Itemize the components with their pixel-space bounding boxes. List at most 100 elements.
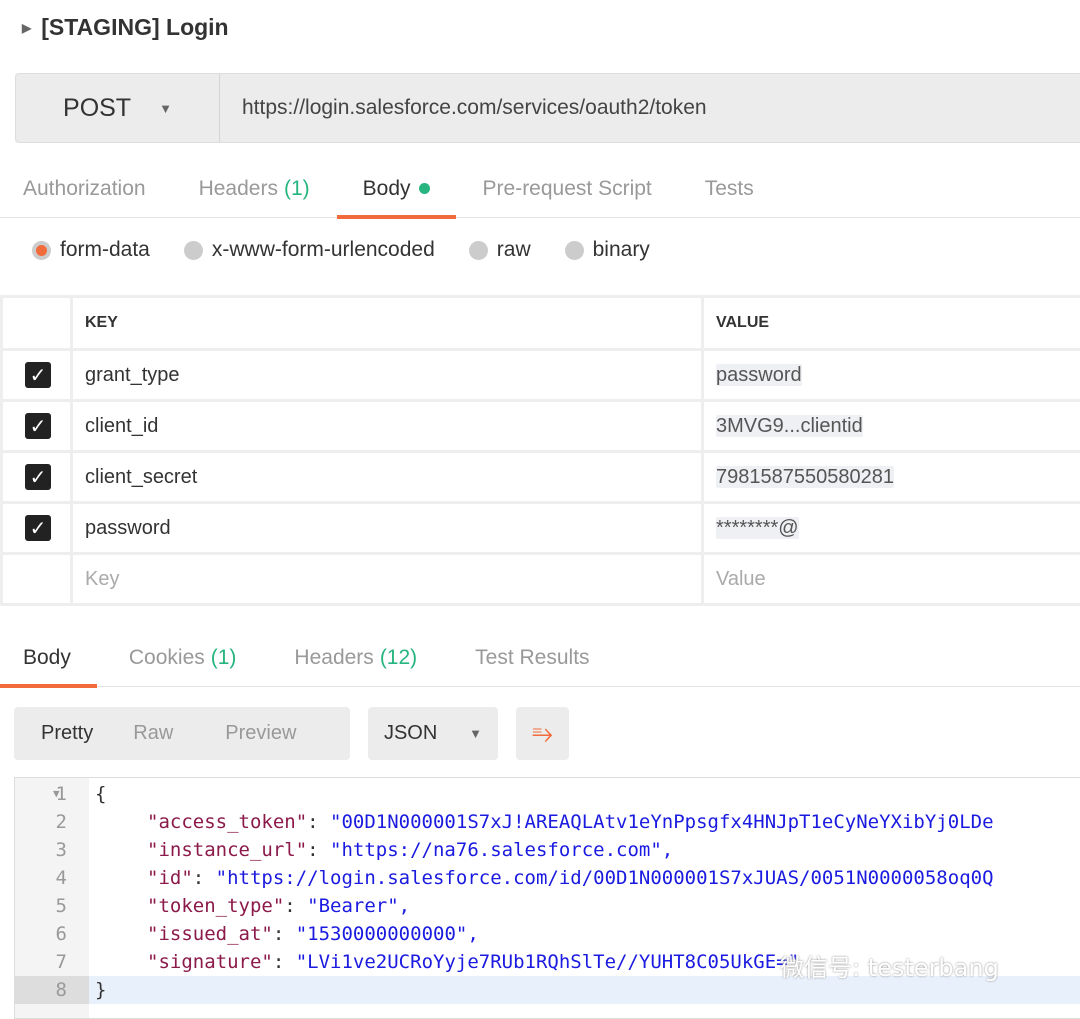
tab-tests[interactable]: Tests [705, 160, 754, 217]
method-label: POST [63, 94, 131, 123]
url-bar: POST▼ https://login.salesforce.com/servi… [15, 73, 1080, 143]
colon: : [273, 948, 296, 976]
value-header: VALUE [703, 297, 1080, 350]
code-line: 2"access_token": "00D1N000001S7xJ!AREAQL… [15, 808, 1080, 836]
format-label: JSON [384, 722, 437, 745]
radio-binary[interactable]: binary [565, 238, 650, 262]
tab-response-body[interactable]: Body [23, 630, 71, 686]
tab-body[interactable]: Body [363, 160, 430, 217]
code-text: } [89, 976, 106, 1004]
table-row: ✓ grant_type password [2, 350, 1080, 401]
request-title[interactable]: ▶ [STAGING] Login [22, 14, 229, 41]
tab-label: Headers [199, 177, 278, 201]
colon: : [284, 892, 307, 920]
tab-label: Body [363, 177, 411, 201]
line-number: 1 [15, 780, 89, 808]
radio-label: x-www-form-urlencoded [212, 238, 435, 262]
url-text: https://login.salesforce.com/services/oa… [242, 96, 707, 120]
radio-label: binary [593, 238, 650, 262]
radio-form-data[interactable]: form-data [32, 238, 150, 262]
code-line: 6"issued_at": "1530000000000", [15, 920, 1080, 948]
json-value: "00D1N000001S7xJ!AREAQLAtv1eYnPpsgfx4HNJ… [330, 808, 993, 836]
table-row: ✓ client_secret 7981587550580281 [2, 452, 1080, 503]
tab-test-results[interactable]: Test Results [475, 630, 589, 686]
tab-label: Test Results [475, 646, 589, 670]
line-number: 5 [15, 892, 89, 920]
url-input[interactable]: https://login.salesforce.com/services/oa… [220, 74, 707, 142]
value-cell[interactable]: ********@ [703, 503, 1080, 554]
code-text: { [89, 780, 106, 808]
watermark: 微信号: testerbang [780, 948, 999, 983]
value-text: 7981587550580281 [716, 466, 894, 488]
value-cell[interactable]: 7981587550580281 [703, 452, 1080, 503]
raw-button[interactable]: Raw [93, 722, 173, 745]
line-number: 7 [15, 948, 89, 976]
key-cell[interactable]: client_secret [72, 452, 703, 503]
tab-label: Cookies [129, 646, 205, 670]
pretty-button[interactable]: Pretty [14, 722, 93, 745]
body-type-radios: form-data x-www-form-urlencoded raw bina… [32, 238, 650, 262]
code-line: 4"id": "https://login.salesforce.com/id/… [15, 864, 1080, 892]
line-number: 3 [15, 836, 89, 864]
chevron-down-icon: ▼ [469, 726, 482, 741]
colon: : [307, 836, 330, 864]
checkbox-checked-icon[interactable]: ✓ [25, 464, 51, 490]
tab-authorization[interactable]: Authorization [23, 160, 146, 217]
json-value: "LVi1ve2UCRoYyje7RUb1RQhSlTe//YUHT8C05Uk… [296, 948, 799, 976]
line-number: 4 [15, 864, 89, 892]
table-row-new: KeyValue [2, 554, 1080, 605]
code-line: 1{ ▼ [15, 780, 1080, 808]
json-key: "id" [89, 864, 193, 892]
headers-count: (12) [380, 646, 417, 670]
colon: : [307, 808, 330, 836]
radio-urlencoded[interactable]: x-www-form-urlencoded [184, 238, 435, 262]
form-data-table: KEYVALUE ✓grant_typepassword ✓client_id3… [0, 295, 1080, 606]
tab-cookies[interactable]: Cookies(1) [129, 630, 237, 686]
tab-label: Pre-request Script [483, 177, 652, 201]
json-key: "access_token" [89, 808, 307, 836]
tab-pre-request-script[interactable]: Pre-request Script [483, 160, 652, 217]
line-number: 8 [15, 976, 89, 1004]
tab-response-headers[interactable]: Headers(12) [294, 630, 417, 686]
tab-label: Tests [705, 177, 754, 201]
key-cell[interactable]: client_id [72, 401, 703, 452]
value-text: ********@ [716, 517, 799, 539]
status-dot-icon [419, 183, 430, 194]
radio-raw[interactable]: raw [469, 238, 531, 262]
fold-icon[interactable]: ▼ [53, 780, 60, 808]
value-cell[interactable]: password [703, 350, 1080, 401]
line-number: 6 [15, 920, 89, 948]
colon: : [273, 920, 296, 948]
tab-label: Authorization [23, 177, 146, 201]
line-number: 2 [15, 808, 89, 836]
json-value: "https://login.salesforce.com/id/00D1N00… [216, 864, 994, 892]
value-input[interactable]: Value [703, 554, 1080, 605]
json-key: "instance_url" [89, 836, 307, 864]
request-name: [STAGING] Login [41, 14, 228, 41]
checkbox-checked-icon[interactable]: ✓ [25, 362, 51, 388]
json-value: "Bearer", [307, 892, 410, 920]
preview-button[interactable]: Preview [173, 722, 296, 745]
tab-headers[interactable]: Headers(1) [199, 160, 310, 217]
value-text: password [716, 364, 802, 386]
expand-triangle-icon[interactable]: ▶ [22, 21, 31, 35]
checkbox-checked-icon[interactable]: ✓ [25, 413, 51, 439]
value-cell[interactable]: 3MVG9...clientid [703, 401, 1080, 452]
code-line: 3"instance_url": "https://na76.salesforc… [15, 836, 1080, 864]
checkbox-checked-icon[interactable]: ✓ [25, 515, 51, 541]
colon: : [193, 864, 216, 892]
method-select[interactable]: POST▼ [16, 74, 220, 142]
json-value: "1530000000000", [296, 920, 479, 948]
request-tabs: Authorization Headers(1) Body Pre-reques… [0, 160, 1080, 218]
tab-label: Body [23, 646, 71, 670]
key-input[interactable]: Key [72, 554, 703, 605]
radio-icon [184, 241, 203, 260]
json-key: "token_type" [89, 892, 284, 920]
key-cell[interactable]: grant_type [72, 350, 703, 401]
code-line: 5"token_type": "Bearer", [15, 892, 1080, 920]
key-cell[interactable]: password [72, 503, 703, 554]
format-select[interactable]: JSON ▼ [368, 707, 498, 760]
json-value: "https://na76.salesforce.com", [330, 836, 673, 864]
wrap-lines-button[interactable]: ⥱ [516, 707, 569, 760]
radio-label: raw [497, 238, 531, 262]
